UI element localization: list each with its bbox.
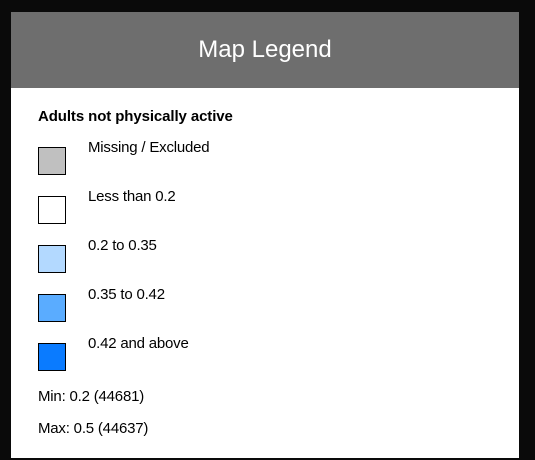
legend-swatch	[38, 147, 66, 175]
legend-label: Less than 0.2	[88, 188, 176, 205]
panel-title-bar: Map Legend	[11, 12, 519, 88]
legend-item-less-than-0-2: Less than 0.2	[38, 188, 519, 237]
panel-title: Map Legend	[198, 36, 332, 63]
legend-swatch	[38, 245, 66, 273]
legend-stats: Min: 0.2 (44681) Max: 0.5 (44637)	[38, 388, 519, 438]
legend-content: Adults not physically active Missing / E…	[11, 108, 519, 438]
legend-swatch	[38, 196, 66, 224]
legend-item-0-42-and-above: 0.42 and above	[38, 335, 519, 384]
legend-item-missing: Missing / Excluded	[38, 139, 519, 188]
legend-label: 0.42 and above	[88, 335, 189, 352]
legend-item-0-35-to-0-42: 0.35 to 0.42	[38, 286, 519, 335]
window-frame: Map Legend Adults not physically active …	[0, 0, 535, 460]
legend-title: Adults not physically active	[38, 108, 233, 125]
legend-label: 0.2 to 0.35	[88, 237, 157, 254]
max-value: Max: 0.5 (44637)	[38, 420, 149, 437]
legend-swatch	[38, 343, 66, 371]
legend-item-0-2-to-0-35: 0.2 to 0.35	[38, 237, 519, 286]
legend-label: Missing / Excluded	[88, 139, 210, 156]
min-value: Min: 0.2 (44681)	[38, 388, 145, 405]
legend-label: 0.35 to 0.42	[88, 286, 165, 303]
map-legend-panel: Map Legend Adults not physically active …	[11, 12, 519, 458]
legend-swatch	[38, 294, 66, 322]
legend-list: Missing / Excluded Less than 0.2 0.2 to …	[38, 139, 519, 384]
